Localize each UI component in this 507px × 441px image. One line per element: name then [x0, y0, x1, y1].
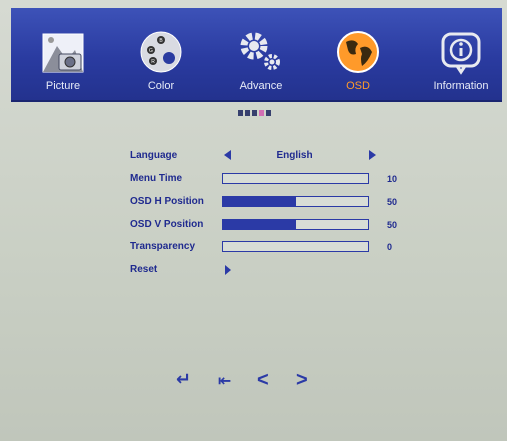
svg-text:R: R [151, 59, 155, 65]
tab-label: Advance [239, 80, 283, 92]
menu-time-label: Menu Time [130, 173, 183, 184]
osd-v-position-slider[interactable] [222, 219, 369, 230]
osd-h-position-slider[interactable] [222, 196, 369, 207]
globe-icon [334, 28, 382, 76]
exit-icon[interactable]: ⇤ [218, 371, 231, 391]
tab-label: Information [433, 80, 489, 92]
osd-v-position-label: OSD V Position [130, 219, 204, 230]
osd-v-position-value: 50 [387, 220, 398, 230]
osd-h-position-label: OSD H Position [130, 196, 204, 207]
tab-label: Picture [45, 80, 81, 92]
right-nav-icon[interactable]: > [296, 369, 308, 392]
tab-label: OSD [346, 80, 370, 92]
transparency-value: 0 [387, 242, 393, 252]
gear-icon [236, 28, 286, 76]
tab-osd[interactable]: OSD [320, 8, 396, 100]
info-icon [437, 28, 485, 76]
reset-arrow-icon[interactable] [225, 265, 232, 275]
picture-icon [37, 28, 89, 76]
slider-fill [223, 197, 296, 206]
page-dot [266, 110, 271, 116]
reset-label: Reset [130, 264, 158, 275]
tab-bar: Picture B G R Color Advance OSD Informat… [11, 8, 502, 102]
language-value[interactable]: English [222, 150, 367, 161]
left-nav-icon[interactable]: < [257, 369, 269, 392]
page-dot [252, 110, 257, 116]
transparency-slider[interactable] [222, 241, 369, 252]
page-indicator [238, 103, 273, 116]
osd-h-position-value: 50 [387, 197, 398, 207]
slider-fill [223, 220, 296, 229]
menu-time-slider[interactable] [222, 173, 369, 184]
right-arrow-icon[interactable] [369, 150, 377, 160]
svg-text:G: G [149, 48, 153, 54]
tab-picture[interactable]: Picture [25, 8, 101, 100]
page-dot [245, 110, 250, 116]
enter-icon[interactable]: ↵ [176, 369, 191, 390]
transparency-label: Transparency [130, 241, 196, 252]
color-palette-icon: B G R [137, 28, 185, 76]
tab-information[interactable]: Information [420, 8, 502, 100]
tab-label: Color [147, 80, 175, 92]
tab-advance[interactable]: Advance [223, 8, 299, 100]
page-dot-active [259, 110, 264, 116]
page-dot [238, 110, 243, 116]
menu-time-value: 10 [387, 174, 398, 184]
tab-color[interactable]: B G R Color [123, 8, 199, 100]
language-label: Language [130, 150, 178, 161]
